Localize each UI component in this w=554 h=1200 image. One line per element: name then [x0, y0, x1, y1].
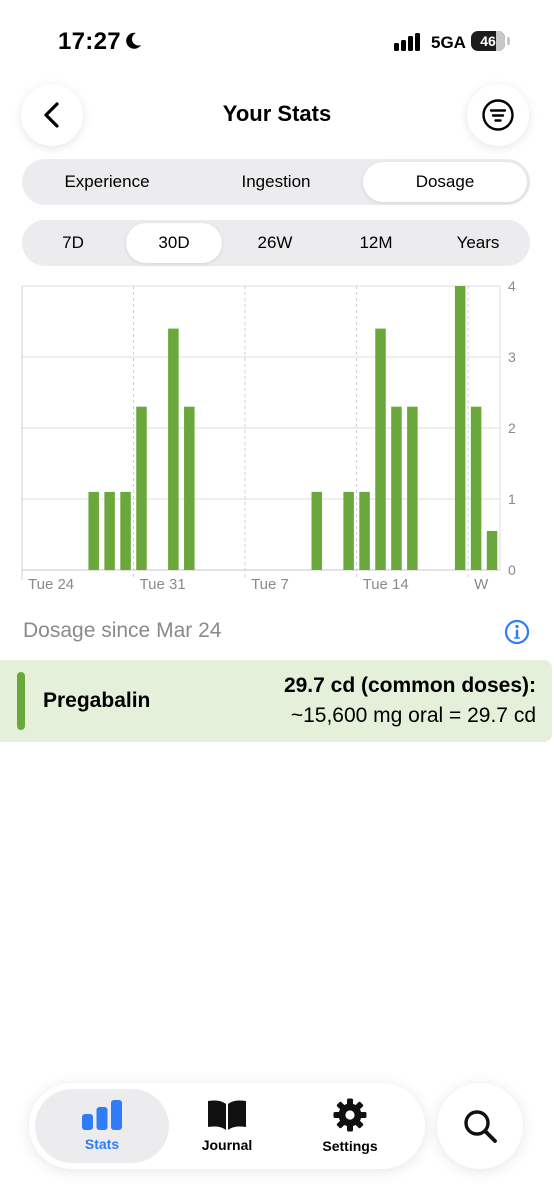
filter-button[interactable]: [467, 84, 529, 146]
tab-ingestion[interactable]: Ingestion: [192, 162, 360, 202]
time-range-segmented-control: 7D 30D 26W 12M Years: [22, 220, 530, 266]
x-tick-label: Tue 24: [28, 576, 74, 593]
tab-label-stats: Stats: [84, 1136, 120, 1152]
search-icon: [464, 1110, 497, 1143]
chart-bar[interactable]: [454, 286, 466, 570]
network-label: 5GA: [431, 33, 466, 52]
y-tick-label: 0: [508, 562, 516, 578]
chart-bar[interactable]: [311, 491, 323, 570]
chart-bar[interactable]: [104, 491, 115, 570]
gear-icon: [333, 1098, 367, 1132]
signal-icon: [394, 33, 420, 51]
chart-bar[interactable]: [168, 328, 179, 570]
battery-level: 46: [480, 33, 496, 49]
search-button[interactable]: [437, 1083, 523, 1169]
status-time: 17:27: [58, 28, 121, 55]
filter-icon: [482, 99, 514, 131]
x-tick-label: Tue 31: [140, 576, 186, 593]
bottom-tab-bar: Stats Journal Settings: [29, 1083, 425, 1169]
y-tick-label: 1: [508, 491, 516, 507]
tab-experience[interactable]: Experience: [25, 162, 189, 202]
chart-bar[interactable]: [407, 406, 418, 570]
x-tick-label: W: [474, 576, 489, 593]
tab-label-settings: Settings: [322, 1138, 378, 1154]
moon-icon: [126, 32, 141, 49]
range-years[interactable]: Years: [429, 223, 527, 263]
chart-bar[interactable]: [88, 491, 99, 570]
substance-dose-summary: 29.7 cd (common doses):: [283, 674, 536, 697]
book-icon: [208, 1100, 246, 1130]
chart-bar[interactable]: [120, 491, 131, 570]
chart-bar[interactable]: [136, 406, 147, 570]
x-tick-label: Tue 7: [251, 576, 289, 593]
dosage-bar-chart[interactable]: 0 1 2 3 4 Tue 24 Tue 31 Tue 7 Tue 14 W: [0, 278, 554, 608]
substance-dose-detail: ~15,600 mg oral = 29.7 cd: [290, 704, 536, 727]
tab-label-journal: Journal: [201, 1137, 253, 1153]
tab-stats[interactable]: Stats: [35, 1089, 169, 1163]
range-26w[interactable]: 26W: [227, 223, 323, 263]
x-tick-label: Tue 14: [363, 576, 409, 593]
range-12m[interactable]: 12M: [328, 223, 424, 263]
tab-journal[interactable]: Journal: [160, 1089, 294, 1163]
chart-bar[interactable]: [375, 328, 386, 570]
range-30d[interactable]: 30D: [126, 223, 222, 263]
substance-row-pregabalin[interactable]: Pregabalin 29.7 cd (common doses): ~15,6…: [0, 660, 552, 742]
chart-bar[interactable]: [359, 491, 370, 570]
y-tick-label: 4: [508, 278, 516, 294]
tab-dosage[interactable]: Dosage: [363, 162, 527, 202]
chart-bar[interactable]: [343, 491, 354, 570]
stats-type-segmented-control: Experience Ingestion Dosage: [22, 159, 530, 205]
chart-bar[interactable]: [486, 530, 498, 570]
dosage-since-label: Dosage since Mar 24: [23, 619, 222, 642]
y-tick-label: 3: [508, 349, 516, 365]
substance-color-indicator: [17, 672, 25, 730]
chart-bar[interactable]: [470, 406, 482, 570]
tab-settings[interactable]: Settings: [283, 1089, 417, 1163]
chart-bar[interactable]: [391, 406, 402, 570]
bar-chart-icon: [82, 1100, 122, 1130]
y-tick-label: 2: [508, 420, 516, 436]
battery-icon: 46: [471, 31, 505, 51]
substance-name: Pregabalin: [43, 689, 151, 712]
range-7d[interactable]: 7D: [25, 223, 121, 263]
chart-bar[interactable]: [184, 406, 195, 570]
info-icon[interactable]: [504, 619, 530, 645]
